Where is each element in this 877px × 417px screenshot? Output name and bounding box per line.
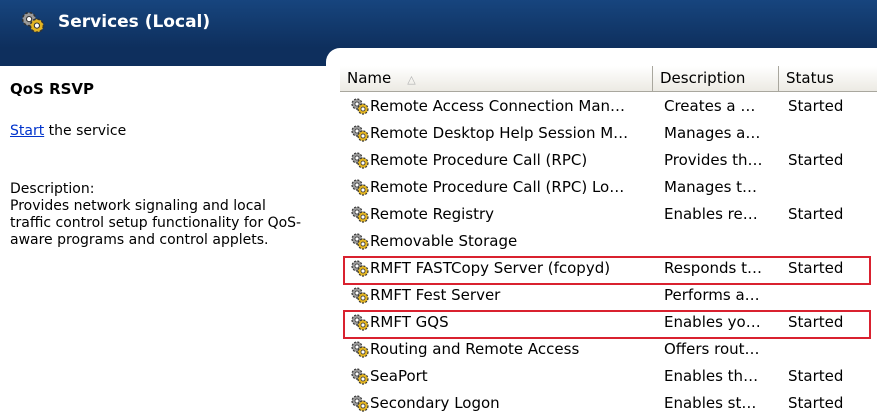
description-label: Description:	[10, 181, 95, 197]
service-gears-icon	[351, 206, 369, 223]
service-description: Responds t…	[664, 259, 762, 277]
service-gears-icon	[351, 125, 369, 142]
service-row[interactable]: Remote Procedure Call (RPC) Lo… Manages t…	[340, 174, 877, 201]
service-gears-icon	[351, 98, 369, 115]
service-description: Performs a…	[664, 286, 760, 304]
column-description-label: Description	[660, 69, 746, 87]
start-service-line: Start the service	[10, 123, 126, 139]
service-description: Enables re…	[664, 205, 758, 223]
service-row[interactable]: Removable Storage	[340, 228, 877, 255]
service-row[interactable]: Routing and Remote Access Offers rout…	[340, 336, 877, 363]
service-row[interactable]: Secondary Logon Enables st… Started	[340, 390, 877, 417]
service-gears-icon	[351, 341, 369, 358]
services-list: Name △ Description Status Remote Access C…	[340, 66, 877, 416]
service-name: Remote Procedure Call (RPC)	[370, 151, 588, 169]
description-text: Provides network signaling and local tra…	[10, 198, 302, 248]
service-name: RMFT Fest Server	[370, 286, 501, 304]
service-row[interactable]: RMFT GQS Enables yo… Started	[340, 309, 877, 336]
column-status-label: Status	[786, 69, 834, 87]
service-gears-icon	[351, 368, 369, 385]
service-gears-icon	[351, 287, 369, 304]
service-row[interactable]: Remote Registry Enables re… Started	[340, 201, 877, 228]
service-gears-icon	[351, 395, 369, 412]
service-name: SeaPort	[370, 367, 428, 385]
service-row[interactable]: Remote Procedure Call (RPC) Provides th… S…	[340, 147, 877, 174]
column-header-name[interactable]: Name △	[340, 66, 653, 91]
service-description: Manages a…	[664, 124, 761, 142]
service-description: Provides th…	[664, 151, 763, 169]
service-status: Started	[788, 394, 844, 412]
gears-icon	[21, 11, 45, 33]
service-gears-icon	[351, 179, 369, 196]
service-gears-icon	[351, 314, 369, 331]
service-name: RMFT GQS	[370, 313, 449, 331]
service-row[interactable]: SeaPort Enables th… Started	[340, 363, 877, 390]
service-description: Offers rout…	[664, 340, 760, 358]
service-description: Enables yo…	[664, 313, 761, 331]
service-row[interactable]: Remote Desktop Help Session M… Manages a…	[340, 120, 877, 147]
sort-ascending-icon: △	[407, 73, 416, 86]
column-header-description[interactable]: Description	[653, 66, 779, 91]
service-description: Creates a …	[664, 97, 756, 115]
list-pane-tab	[326, 48, 877, 66]
service-status: Started	[788, 259, 844, 277]
column-name-label: Name	[347, 69, 392, 87]
service-name: Remote Procedure Call (RPC) Lo…	[370, 178, 625, 196]
service-gears-icon	[351, 152, 369, 169]
service-row[interactable]: RMFT Fest Server Performs a…	[340, 282, 877, 309]
list-header: Name △ Description Status	[340, 66, 877, 92]
service-row[interactable]: Remote Access Connection Man… Creates a ……	[340, 93, 877, 120]
service-description: Manages t…	[664, 178, 758, 196]
service-status: Started	[788, 205, 844, 223]
selected-service-title: QoS RSVP	[10, 80, 95, 98]
service-name: Secondary Logon	[370, 394, 500, 412]
service-row[interactable]: RMFT FASTCopy Server (fcopyd) Responds t……	[340, 255, 877, 282]
service-description: Enables st…	[664, 394, 757, 412]
service-status: Started	[788, 151, 844, 169]
detail-pane: QoS RSVP Start the service Description: …	[0, 66, 340, 416]
start-service-suffix: the service	[44, 123, 127, 139]
service-name: Removable Storage	[370, 232, 518, 250]
header-title: Services (Local)	[58, 12, 211, 32]
service-status: Started	[788, 367, 844, 385]
service-gears-icon	[351, 233, 369, 250]
service-name: Remote Desktop Help Session M…	[370, 124, 629, 142]
column-header-status[interactable]: Status	[779, 66, 877, 91]
start-service-link[interactable]: Start	[10, 123, 44, 139]
service-name: Routing and Remote Access	[370, 340, 580, 358]
service-status: Started	[788, 97, 844, 115]
service-name: RMFT FASTCopy Server (fcopyd)	[370, 259, 611, 277]
service-status: Started	[788, 313, 844, 331]
service-name: Remote Access Connection Man…	[370, 97, 626, 115]
service-name: Remote Registry	[370, 205, 495, 223]
services-header: Services (Local)	[0, 0, 877, 48]
service-description: Enables th…	[664, 367, 759, 385]
pane-divider	[0, 48, 340, 66]
service-gears-icon	[351, 260, 369, 277]
